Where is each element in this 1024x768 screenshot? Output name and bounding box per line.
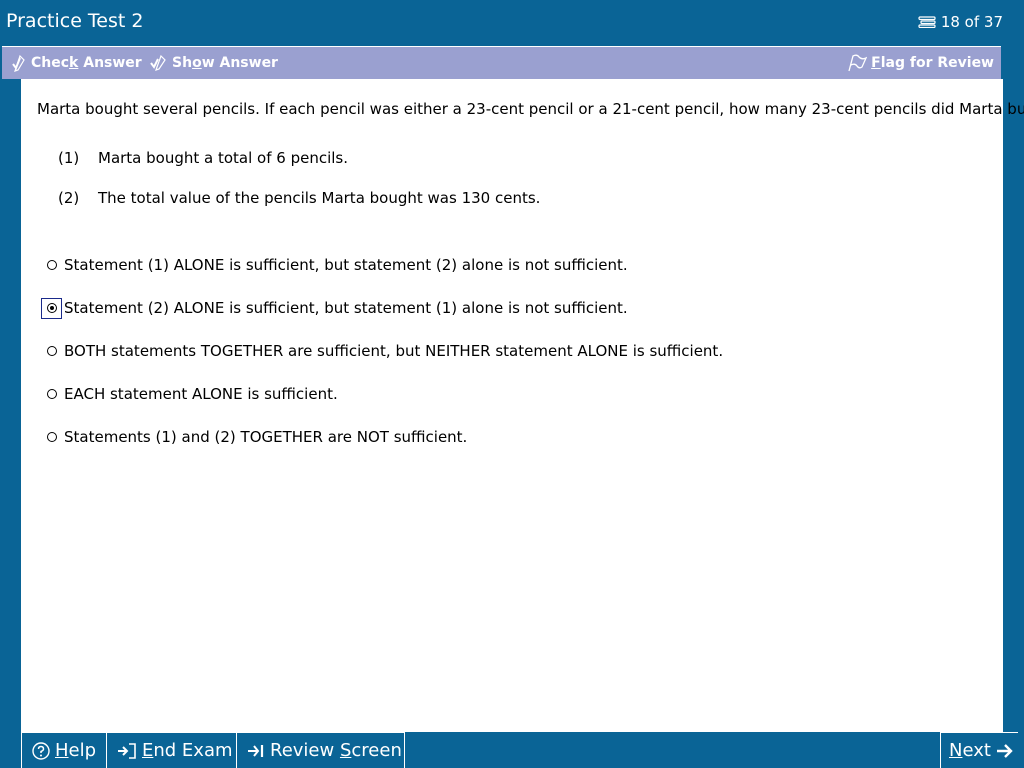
progress-text: 18 of 37 [940, 13, 1003, 31]
answer-choice-c[interactable]: BOTH statements TOGETHER are sufficient,… [41, 339, 723, 363]
radio-button[interactable] [46, 303, 57, 313]
title-bar: Practice Test 2 18 of 37 [0, 0, 1024, 45]
check-answer-button[interactable]: Check Answer [11, 54, 142, 72]
show-answer-button[interactable]: Show Answer [150, 54, 278, 72]
show-pencil-icon [150, 54, 168, 72]
toolbar: Check Answer Show Answer Flag for Review [2, 46, 1001, 79]
stack-icon [918, 16, 936, 28]
answer-choice-a[interactable]: Statement (1) ALONE is sufficient, but s… [41, 253, 628, 277]
radio-button[interactable] [46, 260, 57, 270]
radio-button[interactable] [46, 432, 57, 442]
radio-button[interactable] [46, 389, 57, 399]
window-title: Practice Test 2 [6, 10, 144, 32]
radio-button[interactable] [46, 346, 57, 356]
choice-label: Statement (2) ALONE is sufficient, but s… [64, 299, 628, 317]
answer-choice-d[interactable]: EACH statement ALONE is sufficient. [41, 382, 338, 406]
question-panel: Marta bought several pencils. If each pe… [21, 79, 1024, 732]
choice-label: Statement (1) ALONE is sufficient, but s… [64, 256, 628, 274]
statement-2: (2) The total value of the pencils Marta … [58, 189, 541, 207]
help-button[interactable]: Help [21, 732, 106, 768]
choice-label: BOTH statements TOGETHER are sufficient,… [64, 342, 724, 360]
review-screen-button[interactable]: Review Screen [236, 732, 405, 768]
answer-choice-e[interactable]: Statements (1) and (2) TOGETHER are NOT … [41, 425, 467, 449]
question-text: Marta bought several pencils. If each pe… [37, 100, 1024, 118]
question-circle-icon [32, 741, 50, 760]
question-progress: 18 of 37 [918, 13, 1003, 31]
arrow-to-bar-icon [247, 742, 265, 760]
statement-1: (1) Marta bought a total of 6 pencils. [58, 149, 349, 167]
choice-label: EACH statement ALONE is sufficient. [64, 385, 338, 403]
flag-icon [847, 54, 868, 72]
end-exam-button[interactable]: End Exam [106, 732, 236, 768]
exit-arrow-icon [117, 742, 137, 760]
flag-for-review-button[interactable]: Flag for Review [847, 54, 994, 72]
bottom-bar: Help End Exam Review Screen Next [0, 732, 1024, 768]
arrow-right-icon [996, 742, 1014, 760]
check-pencil-icon [11, 54, 27, 72]
answer-choice-b[interactable]: Statement (2) ALONE is sufficient, but s… [41, 296, 628, 320]
choice-label: Statements (1) and (2) TOGETHER are NOT … [64, 428, 468, 446]
next-button[interactable]: Next [940, 732, 1018, 768]
